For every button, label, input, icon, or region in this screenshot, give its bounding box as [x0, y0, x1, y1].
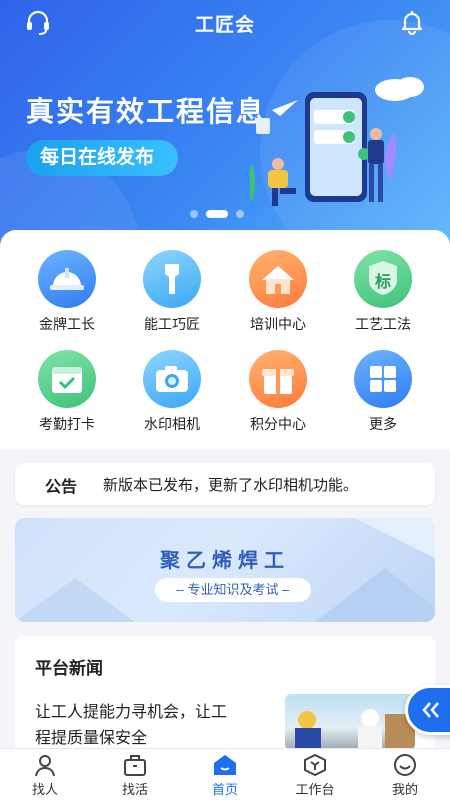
banner-pagination: [190, 210, 244, 218]
feature-gold-foreman[interactable]: 金牌工长: [17, 250, 117, 334]
feature-training-center[interactable]: 培训中心: [228, 250, 328, 334]
helmet-icon: [38, 250, 96, 308]
gift-icon: [249, 350, 307, 408]
news-headline-line: 程提质量保安全: [35, 730, 148, 747]
announcement-bar[interactable]: 公告 新版本已发布，更新了水印相机功能。: [15, 463, 435, 505]
bottom-tab-bar: 找人 找活 首页 工作台 我的: [0, 748, 450, 800]
hero-banner[interactable]: 工匠会 真实有效工程信息 每日在线发布: [0, 0, 450, 245]
feature-grid: 金牌工长 能工巧匠 培训中心 标 工艺工法 考勤打卡 水印相机 积分中心 更多: [0, 230, 450, 450]
calendar-check-icon: [38, 350, 96, 408]
tab-find-people[interactable]: 找人: [0, 753, 90, 798]
banner-subline: 每日在线发布: [26, 140, 179, 176]
grid-icon: [354, 350, 412, 408]
house-icon: [249, 250, 307, 308]
pagination-dot-active[interactable]: [206, 210, 228, 218]
feature-watermark-camera[interactable]: 水印相机: [122, 350, 222, 434]
bell-icon[interactable]: [398, 8, 426, 36]
course-banner[interactable]: 聚乙烯焊工 – 专业知识及考试 –: [15, 518, 435, 622]
top-bar: 工匠会: [0, 0, 450, 44]
tab-profile[interactable]: 我的: [360, 753, 450, 798]
wrench-icon: [143, 250, 201, 308]
feature-attendance[interactable]: 考勤打卡: [17, 350, 117, 434]
tab-workbench[interactable]: 工作台: [270, 753, 360, 798]
tab-home[interactable]: 首页: [180, 753, 270, 798]
feature-craft-methods[interactable]: 标 工艺工法: [333, 250, 433, 334]
double-chevron-left-icon: [422, 702, 439, 718]
smile-icon: [392, 753, 418, 777]
news-headline-line: 让工人提能力寻机会，让工: [35, 704, 228, 721]
camera-icon: [143, 350, 201, 408]
badge-text: 标: [374, 274, 391, 291]
platform-news-card[interactable]: 平台新闻 让工人提能力寻机会，让工 程提质量保安全: [15, 636, 435, 766]
pagination-dot[interactable]: [236, 210, 244, 218]
banner-headline: 真实有效工程信息: [26, 96, 267, 127]
collapse-panel-button[interactable]: [405, 685, 450, 735]
tab-find-work[interactable]: 找活: [90, 753, 180, 798]
app-title: 工匠会: [194, 15, 255, 36]
pagination-dot[interactable]: [190, 210, 198, 218]
feature-points-center[interactable]: 积分中心: [228, 350, 328, 434]
feature-skilled-craftsman[interactable]: 能工巧匠: [122, 250, 222, 334]
briefcase-icon: [122, 753, 148, 777]
feature-more[interactable]: 更多: [333, 350, 433, 434]
course-subtitle: – 专业知识及考试 –: [155, 578, 311, 602]
news-thumbnail: [285, 694, 415, 750]
course-title: 聚乙烯焊工: [160, 550, 290, 572]
shield-badge-icon: 标: [354, 250, 412, 308]
announcement-text: 新版本已发布，更新了水印相机功能。: [103, 477, 359, 494]
workbench-icon: [302, 753, 328, 777]
announcement-tag: 公告: [45, 479, 78, 496]
course-subtitle-text: 专业知识及考试: [187, 582, 279, 597]
home-icon: [212, 753, 238, 777]
banner-illustration: [250, 77, 424, 206]
person-icon: [32, 753, 58, 777]
news-section-title: 平台新闻: [35, 659, 103, 678]
